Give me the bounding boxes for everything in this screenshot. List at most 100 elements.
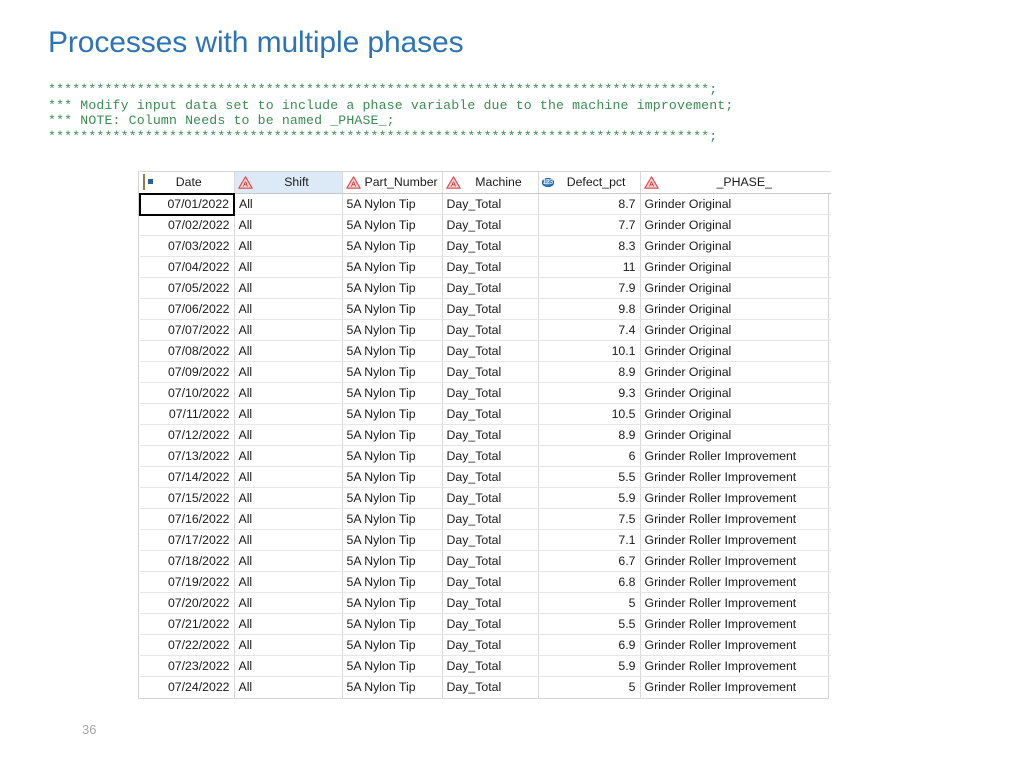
table-cell[interactable]: 07/17/2022 — [140, 529, 235, 551]
table-cell[interactable]: 5A Nylon Tip — [342, 487, 443, 509]
table-cell[interactable]: 9.8 — [538, 298, 641, 320]
table-cell[interactable]: Day_Total — [442, 424, 539, 446]
column-header-machine[interactable]: A Machine — [442, 171, 539, 194]
active-cell[interactable]: 07/01/2022 — [139, 192, 235, 216]
table-cell[interactable]: 5A Nylon Tip — [342, 277, 443, 299]
table-cell[interactable]: All — [234, 193, 343, 215]
table-cell[interactable]: Day_Total — [442, 634, 539, 656]
table-cell[interactable]: 5A Nylon Tip — [342, 319, 443, 341]
table-cell[interactable]: 07/12/2022 — [140, 424, 235, 446]
table-cell[interactable]: 07/04/2022 — [140, 256, 235, 278]
table-cell[interactable]: All — [234, 361, 343, 383]
table-row[interactable]: 07/09/2022 All 5A Nylon Tip Day_Total 8.9 Gri… — [140, 361, 831, 383]
table-cell[interactable]: 07/08/2022 — [140, 340, 235, 362]
table-cell[interactable]: 07/06/2022 — [140, 298, 235, 320]
table-cell[interactable]: Grinder Roller Improvement — [640, 529, 831, 551]
table-cell[interactable]: Grinder Roller Improvement — [640, 571, 831, 593]
table-cell[interactable]: Day_Total — [442, 592, 539, 614]
table-cell[interactable]: 8.7 — [538, 193, 641, 215]
table-cell[interactable]: 5A Nylon Tip — [342, 256, 443, 278]
table-cell[interactable]: All — [234, 445, 343, 467]
table-cell[interactable]: 5A Nylon Tip — [342, 403, 443, 425]
table-cell[interactable]: Day_Total — [442, 529, 539, 551]
table-cell[interactable]: Grinder Roller Improvement — [640, 508, 831, 530]
table-cell[interactable]: 07/21/2022 — [140, 613, 235, 635]
table-cell[interactable]: 5.9 — [538, 655, 641, 677]
table-cell[interactable]: 5A Nylon Tip — [342, 571, 443, 593]
table-row[interactable]: 07/23/2022 All 5A Nylon Tip Day_Total 5.9 Gri… — [140, 655, 831, 677]
table-cell[interactable]: 5A Nylon Tip — [342, 424, 443, 446]
table-cell[interactable]: Day_Total — [442, 382, 539, 404]
table-cell[interactable]: All — [234, 613, 343, 635]
table-cell[interactable]: Grinder Original — [640, 277, 831, 299]
table-cell[interactable]: Grinder Original — [640, 214, 831, 236]
table-cell[interactable]: Day_Total — [442, 466, 539, 488]
table-cell[interactable]: 5A Nylon Tip — [342, 613, 443, 635]
table-cell[interactable]: Grinder Roller Improvement — [640, 634, 831, 656]
table-cell[interactable]: All — [234, 277, 343, 299]
table-cell[interactable]: 07/23/2022 — [140, 655, 235, 677]
table-row[interactable]: 07/11/2022 All 5A Nylon Tip Day_Total 10.5 Gr… — [140, 403, 831, 425]
table-cell[interactable]: 5.5 — [538, 613, 641, 635]
table-cell[interactable]: Grinder Roller Improvement — [640, 592, 831, 614]
table-cell[interactable]: 8.9 — [538, 424, 641, 446]
table-cell[interactable]: 5A Nylon Tip — [342, 214, 443, 236]
table-row[interactable]: 07/12/2022 All 5A Nylon Tip Day_Total 8.9 Gri… — [140, 424, 831, 446]
table-row[interactable]: 07/19/2022 All 5A Nylon Tip Day_Total 6.8 Gri… — [140, 571, 831, 593]
table-row[interactable]: 07/08/2022 All 5A Nylon Tip Day_Total 10.1 Gr… — [140, 340, 831, 362]
table-cell[interactable]: All — [234, 529, 343, 551]
table-cell[interactable]: 6 — [538, 445, 641, 467]
table-cell[interactable]: Day_Total — [442, 193, 539, 215]
column-header-defect-pct[interactable]: 123 Defect_pct — [538, 171, 641, 194]
table-cell[interactable]: 07/05/2022 — [140, 277, 235, 299]
table-row[interactable]: 07/15/2022 All 5A Nylon Tip Day_Total 5.9 Gri… — [140, 487, 831, 509]
table-cell[interactable]: 07/13/2022 — [140, 445, 235, 467]
table-cell[interactable]: 07/19/2022 — [140, 571, 235, 593]
table-cell[interactable]: Day_Total — [442, 550, 539, 572]
table-cell[interactable]: All — [234, 592, 343, 614]
table-cell[interactable]: All — [234, 655, 343, 677]
table-cell[interactable]: All — [234, 508, 343, 530]
table-cell[interactable]: 5A Nylon Tip — [342, 655, 443, 677]
table-cell[interactable]: Grinder Original — [640, 361, 831, 383]
table-cell[interactable]: Grinder Original — [640, 235, 831, 257]
table-row[interactable]: 07/01/2022 All 5A Nylon Tip Day_Total 8.7 Gri… — [139, 192, 831, 216]
table-row[interactable]: 07/16/2022 All 5A Nylon Tip Day_Total 7.5 Gri… — [140, 508, 831, 530]
table-cell[interactable]: 6.8 — [538, 571, 641, 593]
table-cell[interactable]: 7.5 — [538, 508, 641, 530]
table-cell[interactable]: Grinder Original — [640, 382, 831, 404]
table-cell[interactable]: Day_Total — [442, 571, 539, 593]
table-cell[interactable]: 5A Nylon Tip — [342, 508, 443, 530]
table-cell[interactable]: 9.3 — [538, 382, 641, 404]
table-cell[interactable]: All — [234, 319, 343, 341]
table-row[interactable]: 07/06/2022 All 5A Nylon Tip Day_Total 9.8 Gri… — [140, 298, 831, 320]
column-header-phase[interactable]: A _PHASE_ — [640, 171, 831, 194]
table-cell[interactable]: Day_Total — [442, 235, 539, 257]
table-row[interactable]: 07/18/2022 All 5A Nylon Tip Day_Total 6.7 Gri… — [140, 550, 831, 572]
column-header-date[interactable]: Date — [140, 171, 235, 194]
table-cell[interactable]: Grinder Original — [640, 319, 831, 341]
table-row[interactable]: 07/20/2022 All 5A Nylon Tip Day_Total 5 Grind… — [140, 592, 831, 614]
table-cell[interactable]: 5A Nylon Tip — [342, 634, 443, 656]
table-cell[interactable]: Grinder Original — [640, 256, 831, 278]
table-cell[interactable]: All — [234, 403, 343, 425]
table-cell[interactable]: 5A Nylon Tip — [342, 382, 443, 404]
table-row[interactable]: 07/03/2022 All 5A Nylon Tip Day_Total 8.3 Gri… — [140, 235, 831, 257]
table-cell[interactable]: Day_Total — [442, 403, 539, 425]
table-cell[interactable]: 5A Nylon Tip — [342, 340, 443, 362]
table-cell[interactable]: 07/15/2022 — [140, 487, 235, 509]
table-cell[interactable]: Grinder Roller Improvement — [640, 613, 831, 635]
table-cell[interactable]: 6.7 — [538, 550, 641, 572]
table-cell[interactable]: Grinder Original — [640, 298, 831, 320]
table-cell[interactable]: 5A Nylon Tip — [342, 445, 443, 467]
table-cell[interactable]: 07/18/2022 — [140, 550, 235, 572]
table-cell[interactable]: 10.5 — [538, 403, 641, 425]
table-cell[interactable]: All — [234, 634, 343, 656]
table-cell[interactable]: 07/14/2022 — [140, 466, 235, 488]
table-cell[interactable]: Day_Total — [442, 613, 539, 635]
table-row[interactable]: 07/02/2022 All 5A Nylon Tip Day_Total 7.7 Gri… — [140, 214, 831, 236]
table-cell[interactable]: Grinder Original — [640, 403, 831, 425]
table-cell[interactable]: 7.4 — [538, 319, 641, 341]
table-cell[interactable]: All — [234, 256, 343, 278]
table-cell[interactable]: 5A Nylon Tip — [342, 235, 443, 257]
